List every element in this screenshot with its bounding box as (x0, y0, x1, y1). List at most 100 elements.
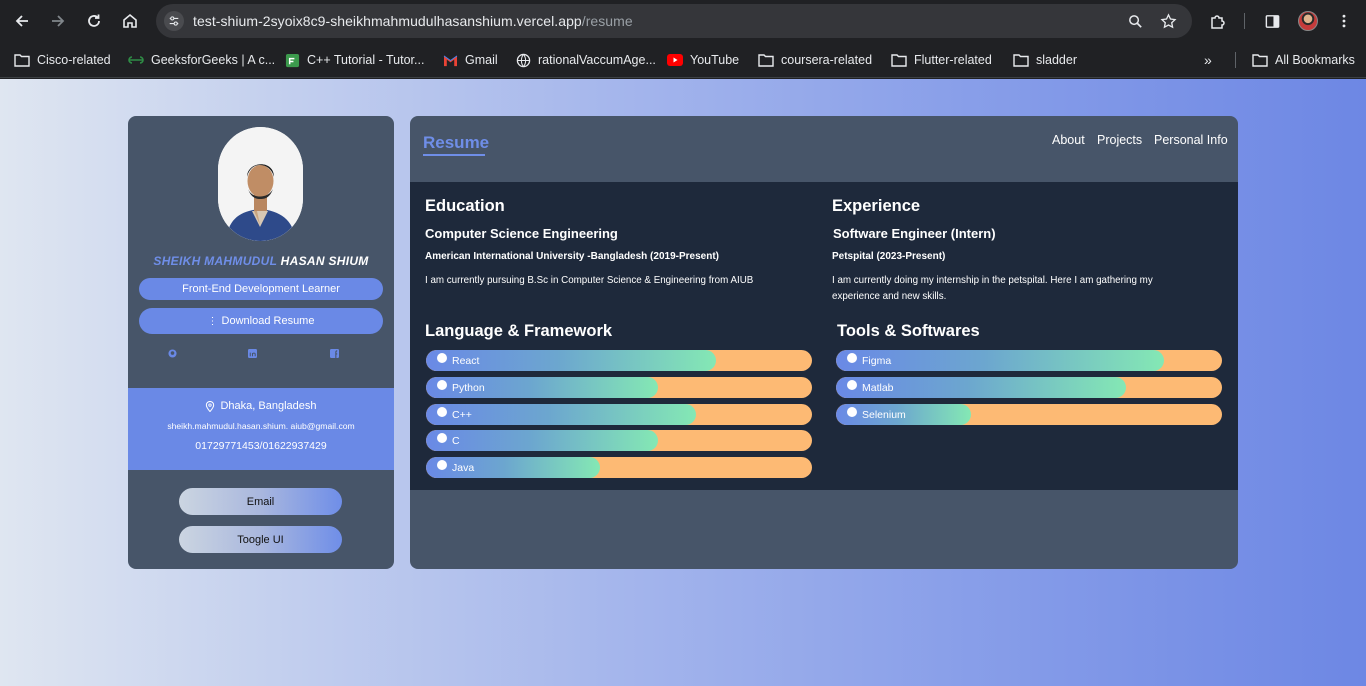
page-background: SHEIKH MAHMUDUL HASAN SHIUM Front-End De… (0, 79, 1366, 686)
reload-icon (88, 14, 100, 27)
bookmarks-separator (1235, 52, 1236, 68)
education-heading: Education (425, 197, 505, 215)
back-arrow-icon (15, 15, 28, 27)
experience-description-line1: I am currently doing my internship in th… (832, 275, 1153, 286)
folder-icon (1252, 53, 1268, 67)
geeksforgeeks-icon (128, 53, 144, 67)
bookmark-cisco[interactable]: Cisco-related (14, 50, 111, 70)
download-icon: ⋮ (207, 315, 218, 327)
experience-company: Petspital (2023-Present) (832, 251, 946, 262)
toolbar-separator (1244, 13, 1245, 29)
resume-content: Education Computer Science Engineering A… (410, 182, 1238, 490)
bookmark-gmail[interactable]: Gmail (442, 50, 498, 70)
skill-bar-matlab: Matlab (836, 376, 1222, 398)
all-bookmarks-button[interactable]: All Bookmarks (1252, 50, 1355, 70)
home-button[interactable] (118, 9, 142, 33)
skill-dot-icon (437, 379, 447, 390)
education-description: I am currently pursuing B.Sc in Computer… (425, 275, 754, 286)
toggle-ui-button[interactable]: Toogle UI (179, 526, 342, 553)
nav-about[interactable]: About (1052, 133, 1085, 147)
all-bookmarks-label: All Bookmarks (1275, 53, 1355, 67)
profile-photo (218, 127, 303, 241)
bookmark-geeksforgeeks[interactable]: GeeksforGeeks | A c... (128, 50, 275, 70)
youtube-icon (667, 53, 683, 67)
experience-role: Software Engineer (Intern) (833, 226, 996, 241)
bookmark-rational[interactable]: rationalVaccumAge... (515, 50, 656, 70)
home-icon (123, 13, 137, 28)
location-text: Dhaka, Bangladesh (220, 400, 317, 412)
url-host: test-shium-2syoix8c9-sheikhmahmudulhasan… (193, 13, 582, 29)
skill-dot-icon (847, 353, 857, 363)
skill-label: Java (452, 462, 475, 475)
resume-card: Resume About Projects Personal Info Educ… (410, 116, 1238, 569)
bookmark-cpp-tutorial[interactable]: C++ Tutorial - Tutor... (284, 50, 424, 70)
skill-bar-cplusplus: C++ (426, 403, 812, 425)
skill-bar-react: React (426, 350, 812, 371)
facebook-icon[interactable] (329, 348, 339, 358)
email-text: sheikh.mahmudul.hasan.shium. aiub@gmail.… (167, 421, 355, 431)
bookmark-star-icon[interactable] (1159, 12, 1177, 30)
skill-label: Figma (862, 355, 892, 367)
education-degree: Computer Science Engineering (425, 226, 618, 241)
contact-section: Dhaka, Bangladesh sheikh.mahmudul.hasan.… (128, 388, 394, 470)
bookmark-label: coursera-related (781, 53, 873, 67)
bookmarks-bar: Cisco-related GeeksforGeeks | A c... C++… (0, 42, 1366, 78)
profile-name-first: SHEIKH MAHMUDUL (153, 254, 277, 268)
cpp-tutorial-icon (284, 53, 300, 67)
side-panel-icon[interactable] (1262, 11, 1282, 31)
skill-bar-python: Python (426, 376, 812, 398)
menu-dots-icon[interactable] (1334, 11, 1354, 31)
experience-heading: Experience (832, 197, 921, 215)
page-title: Resume (423, 133, 490, 152)
folder-icon (891, 53, 907, 67)
bookmark-label: rationalVaccumAge... (538, 53, 656, 67)
forward-arrow-icon (52, 15, 65, 27)
role-badge: Front-End Development Learner (139, 278, 383, 300)
site-settings-icon[interactable] (164, 11, 184, 31)
address-bar[interactable]: test-shium-2syoix8c9-sheikhmahmudulhasan… (156, 4, 1192, 38)
extensions-icon[interactable] (1208, 11, 1228, 31)
url-text[interactable]: test-shium-2syoix8c9-sheikhmahmudulhasan… (193, 13, 633, 29)
skill-label: React (452, 355, 480, 367)
folder-icon (14, 53, 30, 67)
globe-icon (515, 53, 531, 67)
phone-text: 01729771453/01622937429 (195, 440, 327, 452)
skill-label: C++ (452, 408, 472, 421)
skill-bar-fill (426, 430, 658, 452)
folder-icon (758, 53, 774, 67)
bookmark-youtube[interactable]: YouTube (667, 50, 739, 70)
bookmark-coursera[interactable]: coursera-related (758, 50, 872, 70)
back-button[interactable] (10, 9, 34, 33)
skill-label: C (452, 435, 460, 448)
forward-button[interactable] (46, 9, 70, 33)
skill-dot-icon (847, 406, 857, 417)
bookmark-sladder[interactable]: sladder (1013, 50, 1077, 70)
profile-name-last: HASAN SHIUM (280, 254, 369, 268)
skill-bar-c: C (426, 430, 812, 452)
bookmark-label: YouTube (690, 53, 740, 67)
bookmarks-overflow-button[interactable]: » (1204, 50, 1212, 70)
skill-label: Matlab (862, 381, 894, 394)
email-button[interactable]: Email (179, 488, 342, 515)
nav-personal-info[interactable]: Personal Info (1154, 133, 1228, 147)
bookmark-label: sladder (1036, 53, 1077, 67)
bookmark-label: Gmail (465, 53, 498, 67)
browser-toolbar: test-shium-2syoix8c9-sheikhmahmudulhasan… (0, 0, 1366, 42)
skill-dot-icon (847, 379, 857, 390)
reload-button[interactable] (82, 9, 106, 33)
nav-projects[interactable]: Projects (1097, 133, 1142, 147)
linkedin-icon[interactable] (247, 348, 257, 358)
location-pin-icon (206, 400, 215, 412)
bookmark-label: GeeksforGeeks | A c... (151, 53, 276, 67)
bookmark-label: Flutter-related (914, 53, 992, 67)
experience-description-line2: experience and new skills. (832, 291, 947, 302)
bookmark-flutter[interactable]: Flutter-related (891, 50, 992, 70)
skill-bar-figma: Figma (836, 350, 1222, 371)
profile-avatar[interactable] (1298, 11, 1318, 31)
github-icon[interactable] (167, 348, 177, 358)
skill-label: Selenium (862, 408, 906, 421)
download-resume-button[interactable]: ⋮ Download Resume (139, 308, 383, 334)
skill-dot-icon (437, 353, 447, 363)
location: Dhaka, Bangladesh (128, 400, 394, 412)
zoom-icon[interactable] (1126, 12, 1144, 30)
